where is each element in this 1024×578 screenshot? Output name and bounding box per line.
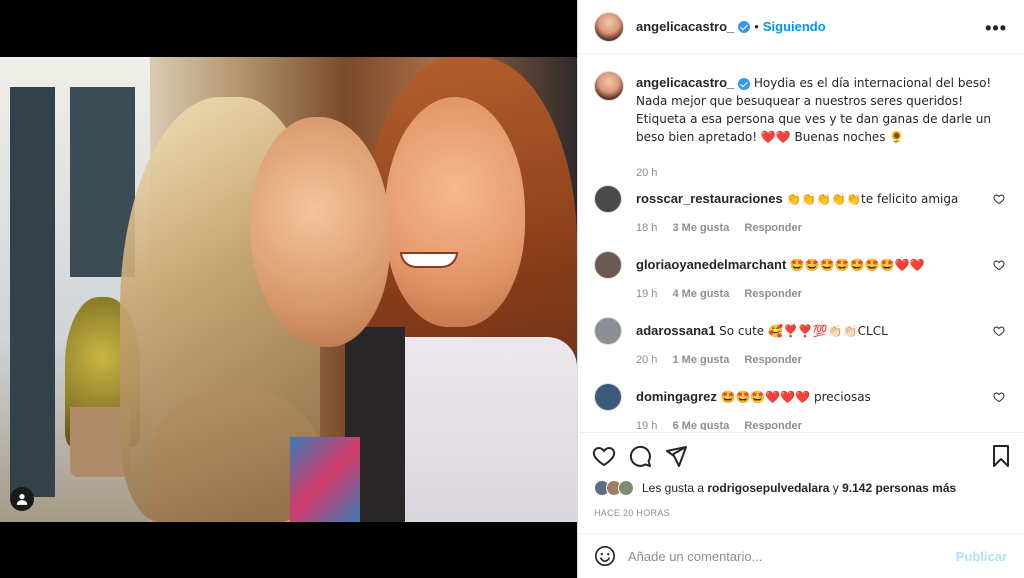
post-photo[interactable]	[0, 57, 577, 522]
comment-bubble-icon[interactable]	[628, 444, 652, 468]
following-button[interactable]: Siguiendo	[763, 19, 826, 34]
post-actions	[578, 432, 1024, 476]
caption-author-avatar[interactable]	[594, 71, 624, 101]
comment-likes[interactable]: 1 Me gusta	[672, 354, 729, 366]
photo-swimsuit	[290, 437, 360, 522]
comment-item: gloriaoyanedelmarchant 🤩🤩🤩🤩🤩🤩🤩❤️❤️ 19 h …	[594, 251, 1009, 311]
media-panel	[0, 0, 577, 578]
author-avatar[interactable]	[594, 11, 624, 42]
comment-text: 🤩🤩🤩🤩🤩🤩🤩❤️❤️	[789, 258, 925, 272]
likers-avatars	[594, 480, 634, 496]
likes-conjunction: y	[832, 481, 839, 495]
comment-meta: 19 h 6 Me gusta Responder	[636, 420, 814, 430]
likes-summary[interactable]: Les gusta a rodrigosepulvedalara y 9.142…	[594, 478, 956, 498]
commenter-avatar[interactable]	[594, 185, 622, 213]
comment-likes[interactable]: 6 Me gusta	[672, 420, 729, 430]
commenter-avatar[interactable]	[594, 383, 622, 411]
comment-input[interactable]	[628, 548, 948, 564]
post-side-panel: angelicacastro_ • Siguiendo ••• angelica…	[577, 0, 1024, 578]
commenter-avatar[interactable]	[594, 251, 622, 279]
liker-avatar	[618, 480, 634, 496]
comment-text-block: domingagrez 🤩🤩🤩❤️❤️❤️ preciosas	[636, 388, 976, 406]
caption-author-username[interactable]: angelicacastro_	[636, 75, 734, 90]
photo-window-pane	[10, 87, 55, 497]
comment-time[interactable]: 19 h	[636, 288, 657, 300]
commenter-username[interactable]: gloriaoyanedelmarchant	[636, 257, 786, 272]
comment-meta: 18 h 3 Me gusta Responder	[636, 222, 814, 234]
reply-button[interactable]: Responder	[744, 420, 801, 430]
comment-text: 🤩🤩🤩❤️❤️❤️ preciosas	[720, 390, 871, 404]
reply-button[interactable]: Responder	[744, 354, 801, 366]
comment-item: adarossana1 So cute 🥰❣️❣️💯👏🏻👏🏻CLCL 20 h …	[594, 317, 1009, 377]
photo-person-right-face	[385, 97, 525, 327]
comments-list[interactable]: angelicacastro_ Hoydia es el día interna…	[578, 55, 1024, 430]
comment-meta: 19 h 4 Me gusta Responder	[636, 288, 814, 300]
like-comment-heart-icon[interactable]	[993, 259, 1005, 271]
verified-badge-icon	[738, 77, 751, 90]
reply-button[interactable]: Responder	[744, 288, 801, 300]
share-send-icon[interactable]	[664, 444, 688, 468]
comment-time[interactable]: 20 h	[636, 354, 657, 366]
comment-meta: 20 h 1 Me gusta Responder	[636, 354, 814, 366]
likes-count[interactable]: 9.142 personas más	[842, 481, 956, 495]
likes-prefix: Les gusta a	[642, 481, 705, 495]
caption-text-block: angelicacastro_ Hoydia es el día interna…	[636, 74, 1006, 146]
verified-badge-icon	[738, 20, 751, 33]
caption-time[interactable]: 20 h	[636, 167, 657, 179]
comment-likes[interactable]: 4 Me gusta	[672, 288, 729, 300]
liker-username[interactable]: rodrigosepulvedalara	[707, 481, 829, 495]
commenter-username[interactable]: adarossana1	[636, 323, 716, 338]
comment-item: rosscar_restauraciones 👏👏👏👏👏te felicito …	[594, 185, 1009, 245]
comment-likes[interactable]: 3 Me gusta	[672, 222, 729, 234]
photo-smile	[400, 252, 458, 268]
comment-text: 👏👏👏👏👏te felicito amiga	[786, 192, 959, 206]
add-comment-bar: Publicar	[578, 533, 1024, 578]
comment-text: So cute 🥰❣️❣️💯👏🏻👏🏻CLCL	[719, 324, 888, 338]
comment-text-block: gloriaoyanedelmarchant 🤩🤩🤩🤩🤩🤩🤩❤️❤️	[636, 256, 976, 274]
tagged-user-icon[interactable]	[10, 487, 34, 511]
post-header: angelicacastro_ • Siguiendo •••	[578, 0, 1024, 54]
publish-button[interactable]: Publicar	[956, 549, 1007, 564]
author-username[interactable]: angelicacastro_	[636, 19, 734, 34]
separator-dot: •	[754, 19, 759, 34]
emoji-icon[interactable]	[594, 545, 616, 567]
reply-button[interactable]: Responder	[744, 222, 801, 234]
commenter-username[interactable]: domingagrez	[636, 389, 717, 404]
like-comment-heart-icon[interactable]	[993, 325, 1005, 337]
comment-text-block: rosscar_restauraciones 👏👏👏👏👏te felicito …	[636, 190, 976, 208]
more-options-icon[interactable]: •••	[985, 18, 1007, 39]
comment-item: domingagrez 🤩🤩🤩❤️❤️❤️ preciosas 19 h 6 M…	[594, 383, 1009, 430]
comment-text-block: adarossana1 So cute 🥰❣️❣️💯👏🏻👏🏻CLCL	[636, 322, 976, 340]
like-comment-heart-icon[interactable]	[993, 391, 1005, 403]
comment-time[interactable]: 19 h	[636, 420, 657, 430]
save-bookmark-icon[interactable]	[989, 444, 1013, 468]
like-comment-heart-icon[interactable]	[993, 193, 1005, 205]
post-timestamp[interactable]: HACE 20 HORAS	[594, 508, 670, 518]
commenter-username[interactable]: rosscar_restauraciones	[636, 191, 783, 206]
like-heart-icon[interactable]	[592, 444, 616, 468]
comment-time[interactable]: 18 h	[636, 222, 657, 234]
commenter-avatar[interactable]	[594, 317, 622, 345]
